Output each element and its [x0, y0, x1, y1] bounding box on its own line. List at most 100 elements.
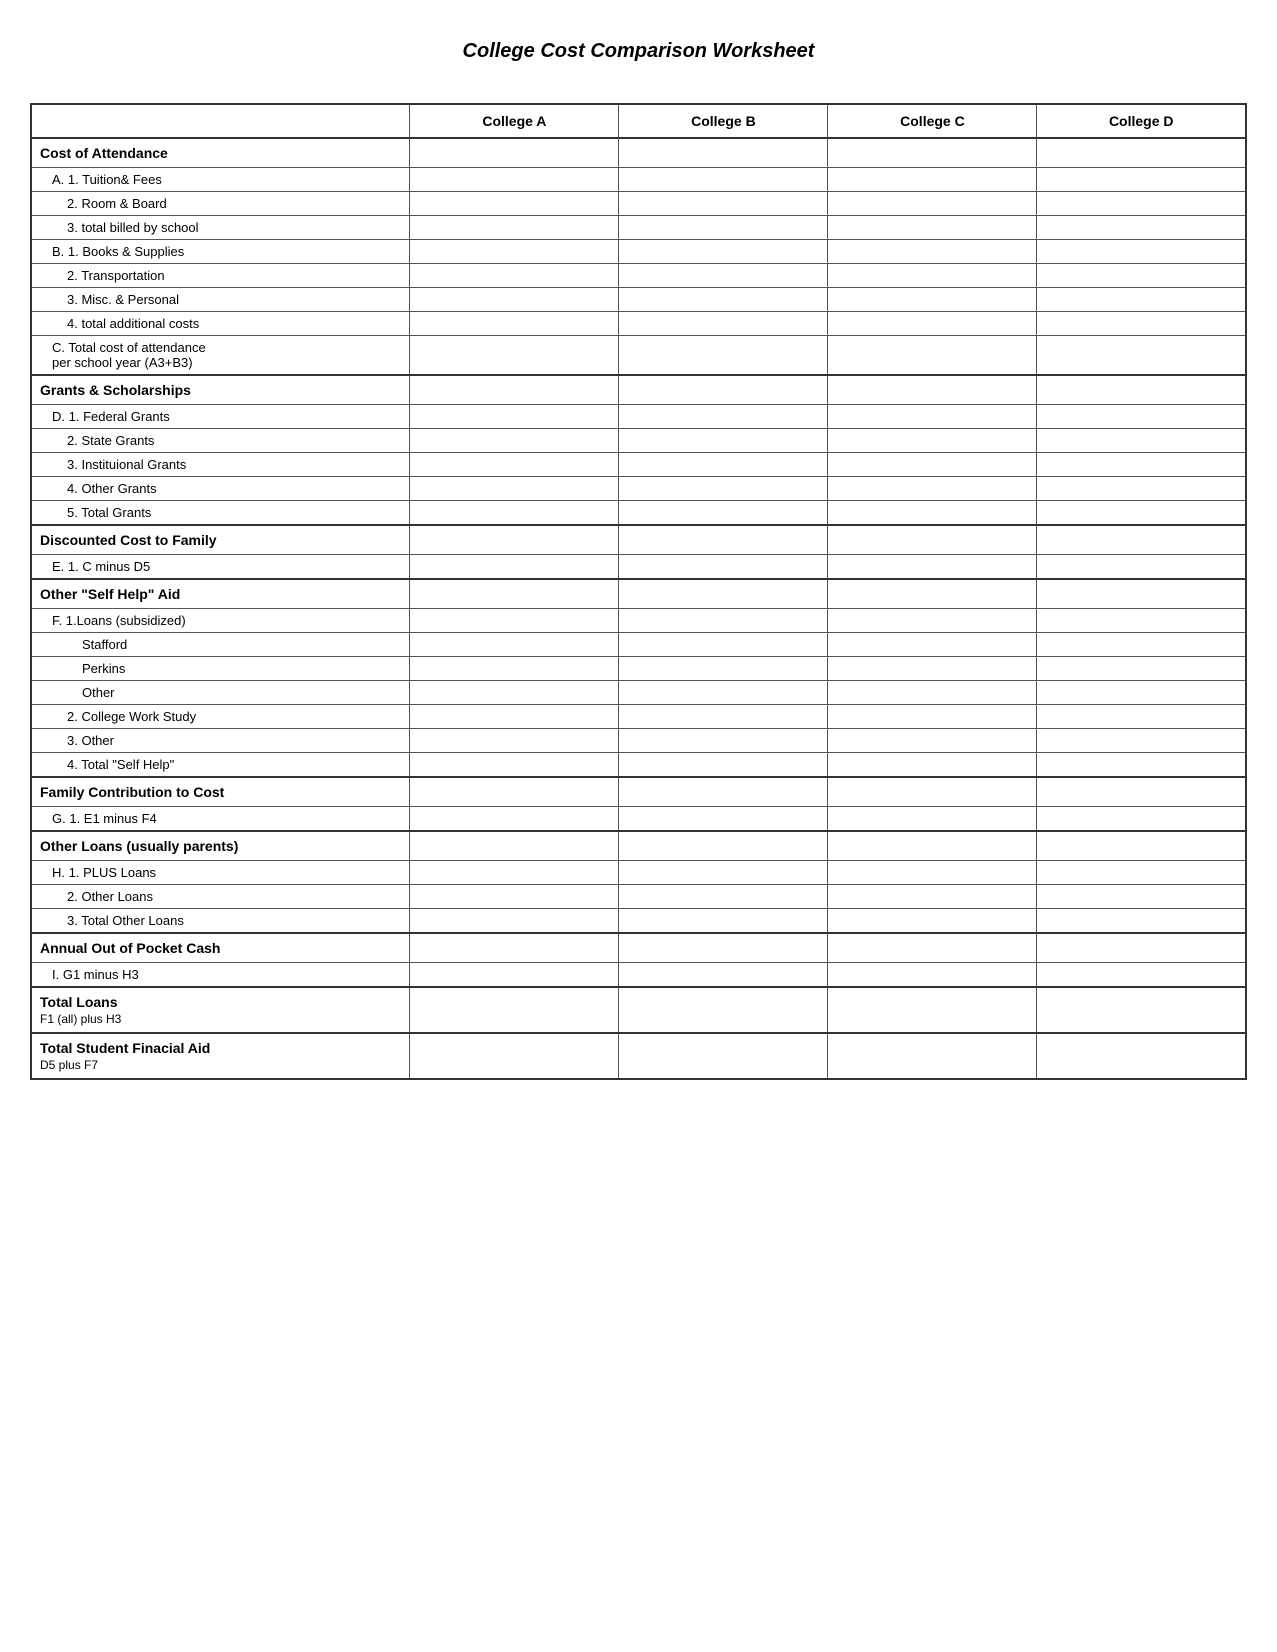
data-cell[interactable] [828, 909, 1037, 934]
data-cell[interactable] [619, 312, 828, 336]
data-cell[interactable] [410, 312, 619, 336]
data-cell[interactable] [828, 192, 1037, 216]
data-cell[interactable] [1037, 477, 1246, 501]
data-cell[interactable] [1037, 288, 1246, 312]
data-cell[interactable] [410, 555, 619, 580]
data-cell[interactable] [410, 477, 619, 501]
data-cell[interactable] [410, 807, 619, 832]
data-cell[interactable] [410, 192, 619, 216]
data-cell[interactable] [828, 987, 1037, 1033]
data-cell[interactable] [410, 753, 619, 778]
data-cell[interactable] [410, 609, 619, 633]
data-cell[interactable] [410, 168, 619, 192]
data-cell[interactable] [1037, 555, 1246, 580]
data-cell[interactable] [828, 705, 1037, 729]
data-cell[interactable] [619, 909, 828, 934]
data-cell[interactable] [828, 579, 1037, 609]
data-cell[interactable] [619, 831, 828, 861]
data-cell[interactable] [410, 933, 619, 963]
data-cell[interactable] [410, 987, 619, 1033]
data-cell[interactable] [410, 885, 619, 909]
data-cell[interactable] [1037, 633, 1246, 657]
data-cell[interactable] [828, 138, 1037, 168]
data-cell[interactable] [1037, 1033, 1246, 1079]
data-cell[interactable] [410, 336, 619, 376]
data-cell[interactable] [1037, 429, 1246, 453]
data-cell[interactable] [828, 933, 1037, 963]
data-cell[interactable] [619, 216, 828, 240]
data-cell[interactable] [619, 477, 828, 501]
data-cell[interactable] [619, 1033, 828, 1079]
data-cell[interactable] [410, 705, 619, 729]
data-cell[interactable] [828, 453, 1037, 477]
data-cell[interactable] [1037, 987, 1246, 1033]
data-cell[interactable] [410, 525, 619, 555]
data-cell[interactable] [828, 168, 1037, 192]
data-cell[interactable] [1037, 312, 1246, 336]
data-cell[interactable] [410, 138, 619, 168]
data-cell[interactable] [410, 1033, 619, 1079]
data-cell[interactable] [828, 336, 1037, 376]
data-cell[interactable] [619, 453, 828, 477]
data-cell[interactable] [619, 240, 828, 264]
data-cell[interactable] [410, 288, 619, 312]
data-cell[interactable] [410, 216, 619, 240]
data-cell[interactable] [828, 861, 1037, 885]
data-cell[interactable] [410, 501, 619, 526]
data-cell[interactable] [410, 633, 619, 657]
data-cell[interactable] [1037, 861, 1246, 885]
data-cell[interactable] [619, 336, 828, 376]
data-cell[interactable] [619, 681, 828, 705]
data-cell[interactable] [1037, 336, 1246, 376]
data-cell[interactable] [619, 192, 828, 216]
data-cell[interactable] [828, 216, 1037, 240]
data-cell[interactable] [828, 657, 1037, 681]
data-cell[interactable] [828, 405, 1037, 429]
data-cell[interactable] [828, 375, 1037, 405]
data-cell[interactable] [828, 729, 1037, 753]
data-cell[interactable] [619, 861, 828, 885]
data-cell[interactable] [1037, 909, 1246, 934]
data-cell[interactable] [828, 681, 1037, 705]
data-cell[interactable] [1037, 138, 1246, 168]
data-cell[interactable] [828, 312, 1037, 336]
data-cell[interactable] [828, 807, 1037, 832]
data-cell[interactable] [828, 525, 1037, 555]
data-cell[interactable] [1037, 501, 1246, 526]
data-cell[interactable] [410, 777, 619, 807]
data-cell[interactable] [828, 753, 1037, 778]
data-cell[interactable] [619, 579, 828, 609]
data-cell[interactable] [1037, 885, 1246, 909]
data-cell[interactable] [1037, 579, 1246, 609]
data-cell[interactable] [1037, 807, 1246, 832]
data-cell[interactable] [828, 264, 1037, 288]
data-cell[interactable] [619, 807, 828, 832]
data-cell[interactable] [619, 705, 828, 729]
data-cell[interactable] [1037, 240, 1246, 264]
data-cell[interactable] [410, 453, 619, 477]
data-cell[interactable] [410, 429, 619, 453]
data-cell[interactable] [619, 501, 828, 526]
data-cell[interactable] [828, 240, 1037, 264]
data-cell[interactable] [619, 264, 828, 288]
data-cell[interactable] [1037, 753, 1246, 778]
data-cell[interactable] [619, 963, 828, 988]
data-cell[interactable] [1037, 453, 1246, 477]
data-cell[interactable] [828, 963, 1037, 988]
data-cell[interactable] [1037, 216, 1246, 240]
data-cell[interactable] [828, 477, 1037, 501]
data-cell[interactable] [410, 240, 619, 264]
data-cell[interactable] [410, 861, 619, 885]
data-cell[interactable] [1037, 609, 1246, 633]
data-cell[interactable] [410, 657, 619, 681]
data-cell[interactable] [619, 525, 828, 555]
data-cell[interactable] [828, 1033, 1037, 1079]
data-cell[interactable] [828, 831, 1037, 861]
data-cell[interactable] [410, 963, 619, 988]
data-cell[interactable] [828, 555, 1037, 580]
data-cell[interactable] [1037, 657, 1246, 681]
data-cell[interactable] [410, 909, 619, 934]
data-cell[interactable] [619, 429, 828, 453]
data-cell[interactable] [619, 288, 828, 312]
data-cell[interactable] [619, 657, 828, 681]
